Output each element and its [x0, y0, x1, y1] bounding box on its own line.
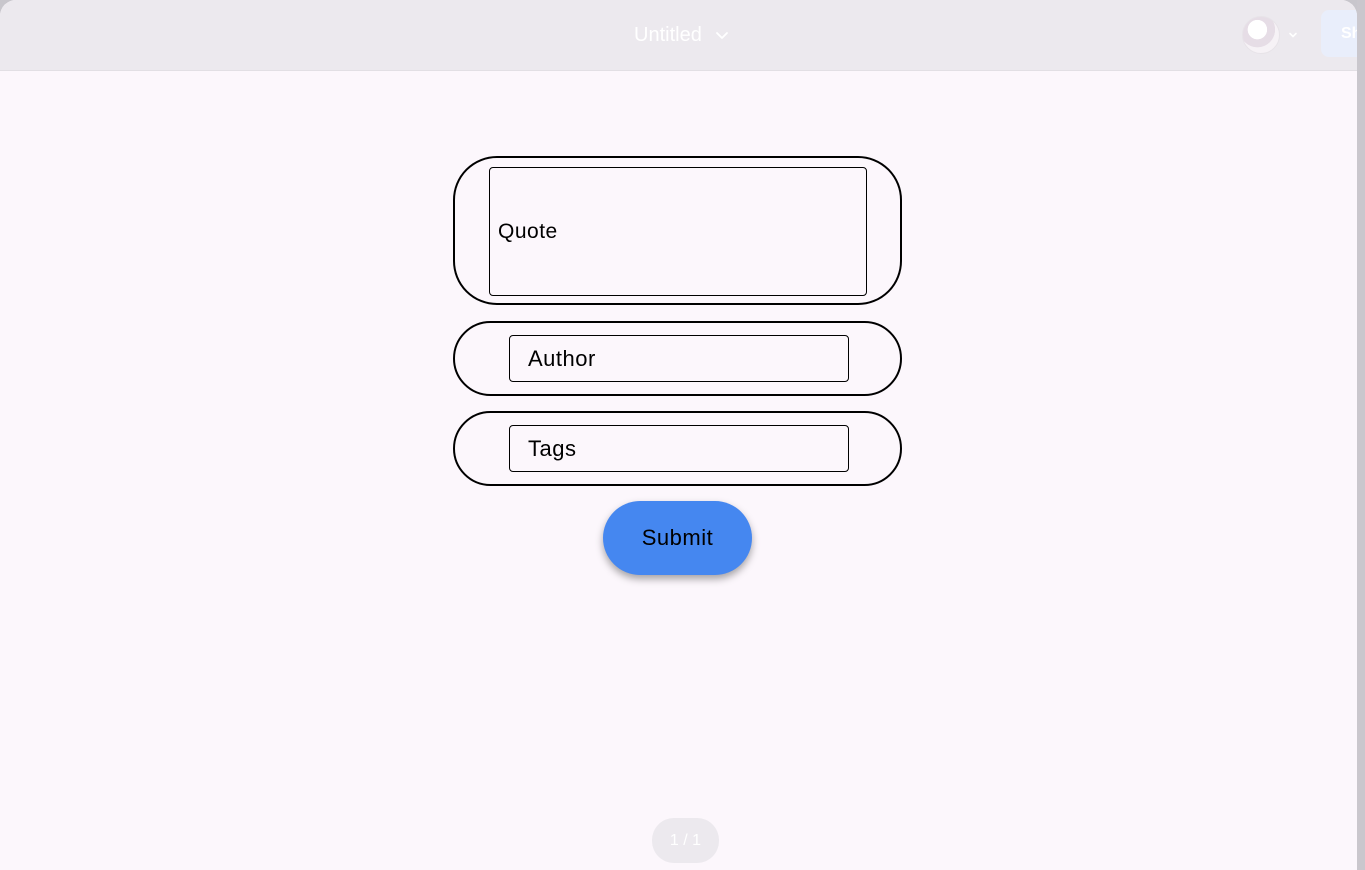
avatar — [1242, 16, 1280, 54]
document-title-dropdown[interactable]: Untitled — [634, 22, 730, 48]
app-window: Untitled Sh Quote Author Tags Submit 1 /… — [0, 0, 1357, 870]
quote-label: Quote — [498, 219, 558, 243]
share-button[interactable]: Sh — [1321, 10, 1357, 57]
chevron-down-icon — [715, 32, 728, 39]
quote-input[interactable]: Quote — [489, 167, 867, 296]
tags-label: Tags — [528, 435, 577, 461]
tags-input[interactable]: Tags — [509, 425, 849, 472]
document-title: Untitled — [634, 23, 702, 46]
window-edge — [1357, 0, 1365, 870]
title-bar: Untitled Sh — [0, 0, 1357, 71]
tags-field-container: Tags — [453, 411, 902, 486]
account-menu[interactable] — [1242, 16, 1298, 54]
submit-button[interactable]: Submit — [603, 501, 752, 575]
quote-field-container: Quote — [453, 156, 902, 305]
author-input[interactable]: Author — [509, 335, 849, 382]
page-indicator: 1 / 1 — [652, 818, 719, 863]
author-field-container: Author — [453, 321, 902, 396]
chevron-down-icon — [1289, 32, 1297, 38]
author-label: Author — [528, 345, 596, 371]
